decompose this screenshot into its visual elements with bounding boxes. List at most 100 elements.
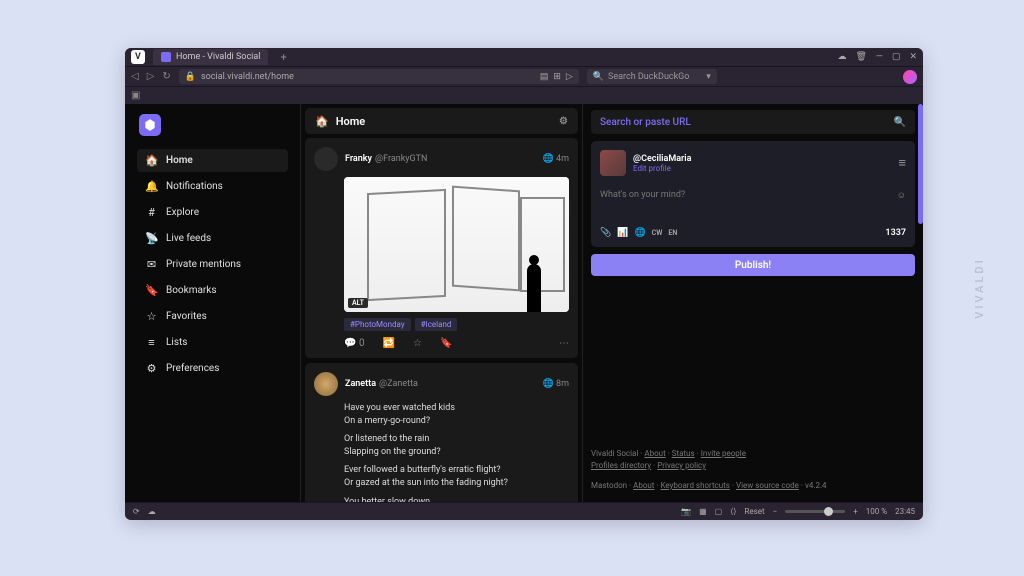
footer-link[interactable]: Privacy policy: [657, 461, 706, 470]
reader-icon[interactable]: ▤: [540, 72, 549, 82]
panel-bar: ▣: [125, 86, 923, 104]
reply-button[interactable]: 💬 0: [344, 338, 365, 349]
cloud-icon[interactable]: ☁: [148, 507, 156, 516]
footer-link[interactable]: Status: [672, 449, 695, 458]
profile-avatar[interactable]: [903, 70, 917, 84]
footer-link[interactable]: About: [644, 449, 665, 458]
forward-button[interactable]: ▷: [147, 71, 155, 82]
post: Zanetta@Zanetta 🌐8m Have you ever watche…: [305, 363, 578, 502]
watermark: VIVALDI: [973, 257, 986, 318]
post-author[interactable]: Franky@FrankyGTN: [345, 154, 536, 164]
zoom-slider[interactable]: [785, 510, 845, 513]
post-image[interactable]: ALT: [344, 177, 569, 312]
sidebar-item-mentions[interactable]: ✉Private mentions: [137, 253, 288, 276]
back-button[interactable]: ◁: [131, 71, 139, 82]
app-logo-icon[interactable]: [139, 114, 161, 136]
sidebar-item-bookmarks[interactable]: 🔖Bookmarks: [137, 279, 288, 302]
footer-link[interactable]: Profiles directory: [591, 461, 651, 470]
hamburger-icon[interactable]: ≡: [898, 155, 906, 171]
post-avatar[interactable]: [314, 147, 338, 171]
boost-button[interactable]: 🔁: [383, 338, 395, 349]
cw-toggle[interactable]: CW: [652, 229, 663, 237]
post-time: 🌐4m: [543, 154, 569, 164]
compose-avatar[interactable]: [600, 150, 626, 176]
sidebar-item-home[interactable]: 🏠Home: [137, 149, 288, 172]
sidebar-item-livefeeds[interactable]: 📡Live feeds: [137, 227, 288, 250]
scrollbar-indicator[interactable]: [918, 104, 923, 224]
home-icon: 🏠: [145, 154, 158, 167]
post-time: 🌐8m: [543, 379, 569, 389]
publish-button[interactable]: Publish!: [591, 254, 915, 276]
sidebar-item-favorites[interactable]: ☆Favorites: [137, 305, 288, 328]
bookmark-button[interactable]: 🔖: [440, 338, 452, 349]
browser-tab[interactable]: Home - Vivaldi Social: [153, 49, 268, 65]
poll-icon[interactable]: 📊: [617, 228, 628, 238]
address-bar: ◁ ▷ ↻ 🔒 social.vivaldi.net/home ▤ ⊞ ▷ 🔍 …: [125, 66, 923, 86]
clock: 23:45: [895, 507, 915, 516]
more-button[interactable]: ⋯: [559, 338, 569, 349]
url-input[interactable]: 🔒 social.vivaldi.net/home ▤ ⊞ ▷: [179, 69, 579, 84]
footer-links: Vivaldi Social · About · Status · Invite…: [591, 448, 915, 492]
footer-link[interactable]: View source code: [736, 481, 799, 490]
feed-header: 🏠 Home ⚙: [305, 108, 578, 134]
compose-box: @CeciliaMaria Edit profile ≡ What's on y…: [591, 141, 915, 247]
home-icon: 🏠: [315, 115, 329, 128]
panel-toggle-icon[interactable]: ▣: [131, 90, 140, 101]
search-icon: 🔍: [593, 72, 604, 82]
status-bar: ⟳ ☁ 📷 ▦ ▢ ⟨⟩ Reset − + 100 % 23:45: [125, 502, 923, 520]
maximize-button[interactable]: ▢: [892, 52, 901, 62]
emoji-picker-icon[interactable]: ☺: [897, 190, 906, 216]
sidebar-item-notifications[interactable]: 🔔Notifications: [137, 175, 288, 198]
cloud-icon[interactable]: ☁: [837, 52, 846, 62]
new-tab-button[interactable]: +: [280, 51, 286, 64]
star-icon: ☆: [145, 310, 158, 323]
globe-icon[interactable]: 🌐: [634, 228, 645, 238]
tiles-icon[interactable]: ▦: [699, 507, 707, 516]
post-author[interactable]: Zanetta@Zanetta: [345, 379, 536, 389]
list-icon: ≡: [145, 336, 158, 349]
settings-icon[interactable]: ⚙: [559, 116, 568, 127]
reload-button[interactable]: ↻: [162, 71, 170, 82]
hashtag[interactable]: #PhotoMonday: [344, 318, 411, 331]
favorite-button[interactable]: ☆: [413, 338, 422, 349]
zoom-reset[interactable]: Reset: [744, 507, 764, 516]
search-input[interactable]: Search or paste URL 🔍: [591, 110, 915, 134]
lock-icon: 🔒: [185, 72, 196, 82]
attach-icon[interactable]: 📎: [600, 228, 611, 238]
search-engine-input[interactable]: 🔍 Search DuckDuckGo ▾: [587, 69, 717, 84]
edit-profile-link[interactable]: Edit profile: [633, 164, 891, 173]
sidebar-item-lists[interactable]: ≡Lists: [137, 331, 288, 354]
search-icon: 🔍: [894, 117, 906, 128]
zoom-in[interactable]: +: [853, 507, 858, 516]
qr-icon[interactable]: ⊞: [553, 72, 561, 82]
panel-icon[interactable]: ▢: [715, 507, 723, 516]
footer-link[interactable]: Keyboard shortcuts: [661, 481, 730, 490]
camera-icon[interactable]: 📷: [681, 507, 691, 516]
bookmark-icon: 🔖: [145, 284, 158, 297]
footer-link[interactable]: Invite people: [701, 449, 746, 458]
sidebar: 🏠Home 🔔Notifications #Explore 📡Live feed…: [125, 104, 300, 502]
alt-badge[interactable]: ALT: [348, 298, 368, 308]
bookmark-icon[interactable]: ▷: [566, 72, 573, 82]
chevron-down-icon[interactable]: ▾: [706, 72, 711, 82]
zoom-level: 100 %: [866, 507, 887, 516]
vivaldi-logo-icon[interactable]: V: [131, 50, 145, 64]
hashtag[interactable]: #Iceland: [415, 318, 458, 331]
close-button[interactable]: ✕: [909, 52, 917, 62]
zoom-out[interactable]: −: [773, 507, 778, 516]
tab-favicon-icon: [161, 52, 171, 62]
minimize-button[interactable]: —: [876, 52, 883, 62]
footer-link[interactable]: About: [633, 481, 654, 490]
language-toggle[interactable]: EN: [668, 229, 677, 237]
sidebar-item-explore[interactable]: #Explore: [137, 201, 288, 224]
post-avatar[interactable]: [314, 372, 338, 396]
url-text: social.vivaldi.net/home: [201, 72, 294, 82]
sync-icon[interactable]: ⟳: [133, 507, 140, 516]
compose-textarea[interactable]: What's on your mind? ☺: [600, 184, 906, 222]
code-icon[interactable]: ⟨⟩: [730, 507, 736, 516]
right-column: Search or paste URL 🔍 @CeciliaMaria Edit…: [583, 104, 923, 502]
sidebar-item-preferences[interactable]: ⚙Preferences: [137, 357, 288, 380]
antenna-icon: 📡: [145, 232, 158, 245]
trash-icon[interactable]: 🗑: [855, 52, 866, 62]
globe-icon: 🌐: [543, 379, 554, 389]
